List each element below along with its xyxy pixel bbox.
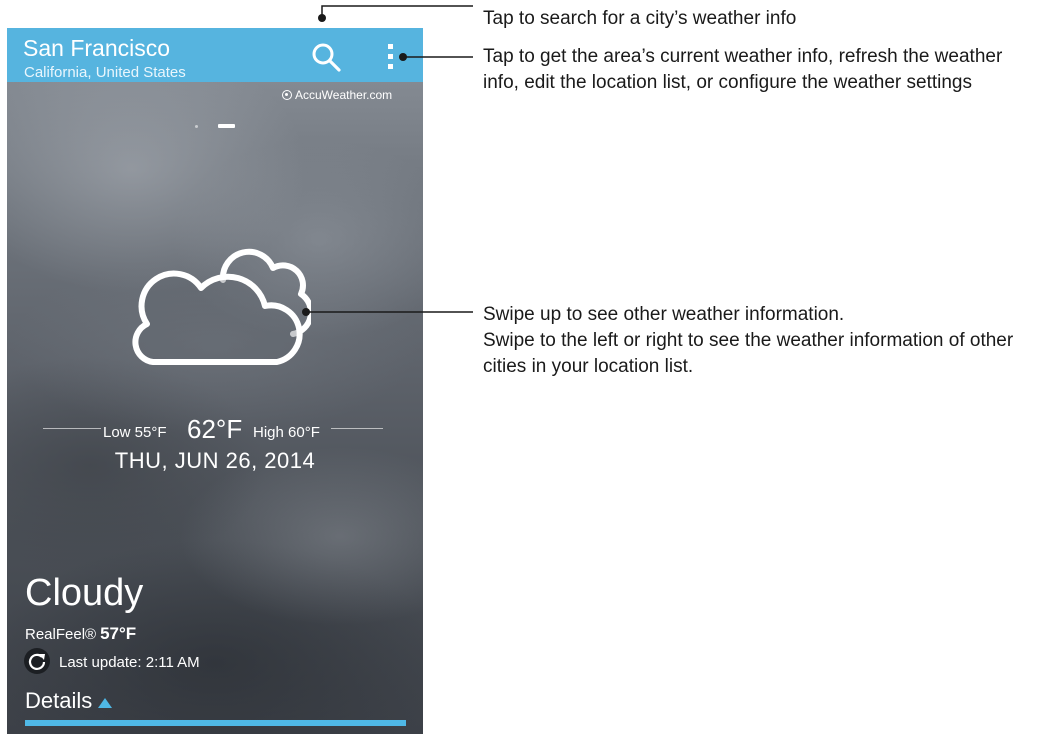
accuweather-logo-icon: [282, 90, 292, 100]
temp-low: Low 55°F: [103, 424, 167, 441]
weather-condition: Cloudy: [25, 572, 144, 614]
accuweather-link[interactable]: AccuWeather.com: [282, 88, 392, 102]
refresh-button[interactable]: [24, 648, 50, 674]
overflow-menu-button[interactable]: [381, 42, 401, 72]
more-vert-icon-dot: [388, 64, 393, 69]
city-name[interactable]: San Francisco: [23, 35, 170, 62]
callout-dot-search: [318, 14, 326, 22]
temp-current: 62°F: [187, 414, 243, 444]
forecast-date: THU, JUN 26, 2014: [114, 448, 316, 473]
more-vert-icon: [388, 44, 393, 49]
temperature-row: Low 55°F 62°F High 60°F: [7, 414, 423, 448]
realfeel-label: RealFeel®: [25, 626, 97, 643]
last-update: Last update: 2:11 AM: [59, 654, 200, 671]
caret-up-icon: [98, 698, 113, 708]
cloudy-icon[interactable]: [123, 238, 311, 368]
callout-search: Tap to search for a city’s weather info: [483, 8, 797, 29]
more-vert-icon-dot: [388, 54, 393, 59]
callout-swipe-line2: Swipe to the left or right to see the we…: [483, 330, 1014, 377]
callout-line-search: [321, 5, 473, 18]
city-region: California, United States: [24, 64, 186, 81]
realfeel: RealFeel® 57°F: [25, 624, 136, 644]
search-icon: [312, 43, 341, 72]
page-dot-inactive: [195, 125, 198, 128]
callout-swipe-line1: Swipe up to see other weather informatio…: [483, 304, 845, 325]
callout-swipe: Swipe up to see other weather informatio…: [483, 302, 1043, 380]
details-label: Details: [25, 688, 93, 713]
callout-menu: Tap to get the area’s current weather in…: [483, 46, 1003, 93]
page-dot-active: [218, 124, 235, 128]
details-tab[interactable]: Details: [25, 688, 113, 714]
provider-label: AccuWeather.com: [295, 88, 393, 102]
search-button[interactable]: [309, 40, 343, 74]
weather-app-screen[interactable]: San Francisco California, United States …: [7, 28, 423, 734]
temp-high: High 60°F: [253, 424, 320, 441]
realfeel-value: 57°F: [100, 624, 137, 643]
app-bar: San Francisco California, United States: [7, 28, 423, 82]
details-indicator-bar: [25, 720, 406, 726]
refresh-icon: [28, 653, 46, 670]
